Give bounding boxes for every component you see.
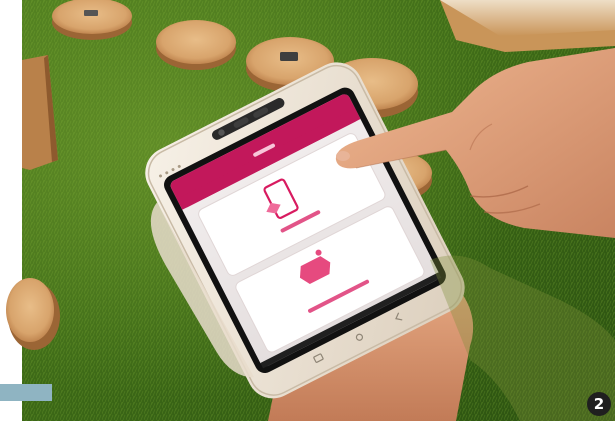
wood-slice-top-center — [156, 20, 236, 70]
side-accent-bar — [0, 384, 52, 401]
photo-scene — [0, 0, 615, 421]
wood-slice-top-left — [52, 0, 132, 40]
figure-number-badge: 2 — [587, 392, 611, 416]
photo-frame: 2 — [0, 0, 615, 421]
fingertip — [336, 151, 350, 161]
